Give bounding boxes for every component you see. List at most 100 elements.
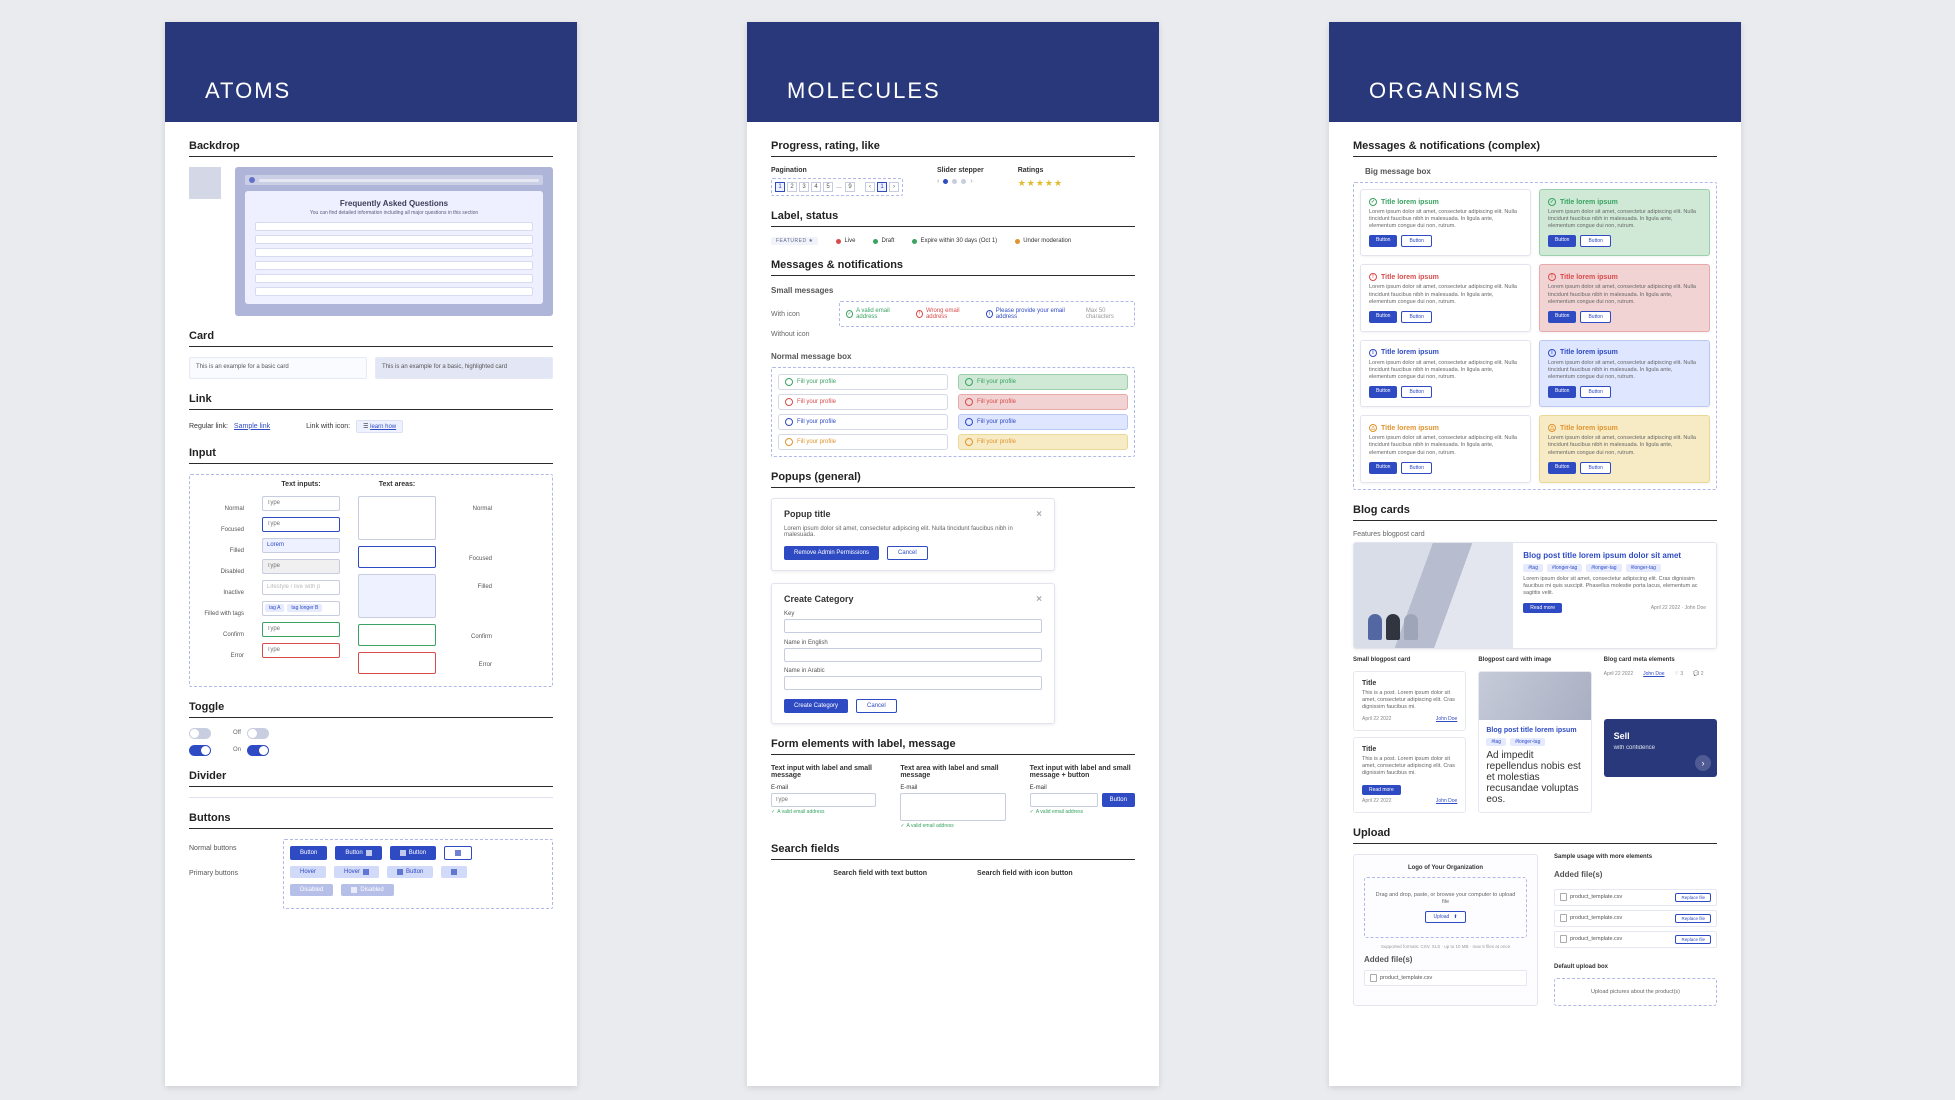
heading-link: Link <box>189 393 553 410</box>
input-key[interactable] <box>784 619 1042 633</box>
close-icon[interactable]: × <box>1036 594 1042 605</box>
textarea-email[interactable] <box>900 793 1005 821</box>
bigmsg-warn: △Title lorem ipsumLorem ipsum dolor sit … <box>1360 415 1531 482</box>
faq-mock: Frequently Asked Questions You can find … <box>235 167 553 316</box>
blog-image-card[interactable]: Blog post title lorem ipsum #tag#longer-… <box>1478 671 1591 813</box>
section-progress: Progress, rating, like Pagination 1 2 3 … <box>771 140 1135 196</box>
bigmsg-info: iTitle lorem ipsumLorem ipsum dolor sit … <box>1360 340 1531 407</box>
button-outline[interactable] <box>444 846 472 860</box>
textarea-error[interactable] <box>358 652 436 674</box>
blog-small-card[interactable]: Title This is a post. Lorem ipsum dolor … <box>1353 737 1466 812</box>
section-input: Input Normal Focused Filled Disabled Ina… <box>189 447 553 687</box>
input-focused[interactable] <box>262 517 340 532</box>
section-messages: Messages & notifications Small messages … <box>771 259 1135 338</box>
close-icon[interactable]: × <box>1036 509 1042 520</box>
section-search: Search fields Search field with text but… <box>771 843 1135 877</box>
input-confirm[interactable] <box>262 622 340 637</box>
heading-buttons: Buttons <box>189 812 553 829</box>
blog-small-card[interactable]: Title This is a post. Lorem ipsum dolor … <box>1353 671 1466 731</box>
link-with-icon[interactable]: ☰ learn how <box>356 420 403 433</box>
rating-stars[interactable]: ★★★★★ <box>1018 178 1063 189</box>
file-row: product_template.csvReplace file <box>1554 931 1717 948</box>
popup-cancel-button[interactable]: Cancel <box>887 546 928 560</box>
input-error[interactable] <box>262 643 340 658</box>
textarea-filled[interactable] <box>358 574 436 618</box>
input-disabled <box>262 559 340 574</box>
toggle-labeled-off[interactable] <box>247 728 269 739</box>
button-disabled: Disabled <box>290 884 333 896</box>
section-normal-box: Normal message box Fill your profile Fil… <box>771 352 1135 457</box>
heading-backdrop: Backdrop <box>189 140 553 157</box>
input-name-ar[interactable] <box>784 676 1042 690</box>
inline-button[interactable]: Button <box>1102 793 1135 807</box>
create-category-button[interactable]: Create Category <box>784 699 848 713</box>
textarea-confirm[interactable] <box>358 624 436 646</box>
upload-dropzone[interactable]: Logo of Your Organization Drag and drop,… <box>1353 854 1538 1006</box>
textarea-focused[interactable] <box>358 546 436 568</box>
blog-meta: April 22 2022 John Doe ♡ 3 💬 2 <box>1604 671 1717 677</box>
card-example-highlight: This is an example for a basic, highligh… <box>375 357 553 379</box>
stepper[interactable]: ‹ › <box>937 178 984 185</box>
heading-input: Input <box>189 447 553 464</box>
status-live: Live <box>836 238 855 244</box>
bigmsg-success: ✓Title lorem ipsumLorem ipsum dolor sit … <box>1360 189 1531 256</box>
pagination[interactable]: 1 2 3 4 5 … 9 ‹ 1 › <box>771 178 903 196</box>
input-tags[interactable]: tag Atag longer B <box>262 601 340 616</box>
button-primary-icon-r[interactable]: Button <box>335 846 381 860</box>
section-form-elements: Form elements with label, message Text i… <box>771 738 1135 829</box>
panel-atoms: ATOMS Backdrop Frequently Asked Question… <box>165 22 577 1086</box>
status-expire: Expire within 30 days (Oct 1) <box>912 238 997 244</box>
toggle-on[interactable] <box>189 745 211 756</box>
canvas: ATOMS Backdrop Frequently Asked Question… <box>0 0 1955 1100</box>
input-normal[interactable] <box>262 496 340 511</box>
warn-icon: △ <box>1369 424 1377 432</box>
panel-molecules: MOLECULES Progress, rating, like Paginat… <box>747 22 1159 1086</box>
toggle-off[interactable] <box>189 728 211 739</box>
bigmsg-success-fill: ✓Title lorem ipsumLorem ipsum dolor sit … <box>1539 189 1710 256</box>
bigmsg-warn-fill: △Title lorem ipsumLorem ipsum dolor sit … <box>1539 415 1710 482</box>
file-row: product_template.csvReplace file <box>1554 910 1717 927</box>
section-divider: Divider <box>189 770 553 798</box>
button-primary-icon-l[interactable]: Button <box>390 846 436 860</box>
upload-default-box[interactable]: Upload pictures about the product(s) <box>1554 978 1717 1006</box>
sell-card[interactable]: Sell with confidence › <box>1604 719 1717 777</box>
input-email-btn[interactable] <box>1030 793 1098 807</box>
button-hover-icon[interactable]: Hover <box>334 866 379 878</box>
input-email[interactable] <box>771 793 876 807</box>
popup-primary-button[interactable]: Remove Admin Permissions <box>784 546 879 560</box>
section-popups: Popups (general) Popup title× Lorem ipsu… <box>771 471 1135 724</box>
file-icon <box>1370 974 1377 982</box>
input-filled[interactable] <box>262 538 340 553</box>
button-disabled-2: Disabled <box>341 884 393 896</box>
read-more-button[interactable]: Read more <box>1523 603 1562 613</box>
input-name-en[interactable] <box>784 648 1042 662</box>
faq-subtitle: You can find detailed information includ… <box>255 210 533 216</box>
section-buttons: Buttons Normal buttons Primary buttons B… <box>189 812 553 909</box>
heading-divider: Divider <box>189 770 553 787</box>
button-hover[interactable]: Hover <box>290 866 326 878</box>
bigmsg-info-fill: iTitle lorem ipsumLorem ipsum dolor sit … <box>1539 340 1710 407</box>
status-moderation: Under moderation <box>1015 238 1071 244</box>
replace-button[interactable]: Replace file <box>1675 893 1711 902</box>
arrow-right-icon[interactable]: › <box>1695 755 1711 771</box>
button-soft-iconly[interactable] <box>441 866 467 878</box>
blog-feature-card[interactable]: Blog post title lorem ipsum dolor sit am… <box>1353 542 1717 649</box>
textarea-normal[interactable] <box>358 496 436 540</box>
button-primary[interactable]: Button <box>290 846 327 860</box>
info-icon: i <box>1369 349 1377 357</box>
button-soft[interactable]: Button <box>387 866 433 878</box>
upload-button[interactable]: Upload ⬆ <box>1425 911 1465 923</box>
panel-organisms: ORGANISMS Messages & notifications (comp… <box>1329 22 1741 1086</box>
input-inactive <box>262 580 340 595</box>
toggle-labeled-on[interactable] <box>247 745 269 756</box>
faq-title: Frequently Asked Questions <box>255 199 533 208</box>
link-regular[interactable]: Sample link <box>234 423 270 430</box>
panel-organisms-title: ORGANISMS <box>1329 22 1741 122</box>
file-row: product_template.csvReplace file <box>1554 889 1717 906</box>
cancel-button[interactable]: Cancel <box>856 699 897 713</box>
section-card: Card This is an example for a basic card… <box>189 330 553 379</box>
section-upload: Upload Logo of Your Organization Drag an… <box>1353 827 1717 1006</box>
link-regular-label: Regular link: <box>189 423 228 430</box>
card-example-basic: This is an example for a basic card <box>189 357 367 379</box>
error-icon: ! <box>1369 273 1377 281</box>
